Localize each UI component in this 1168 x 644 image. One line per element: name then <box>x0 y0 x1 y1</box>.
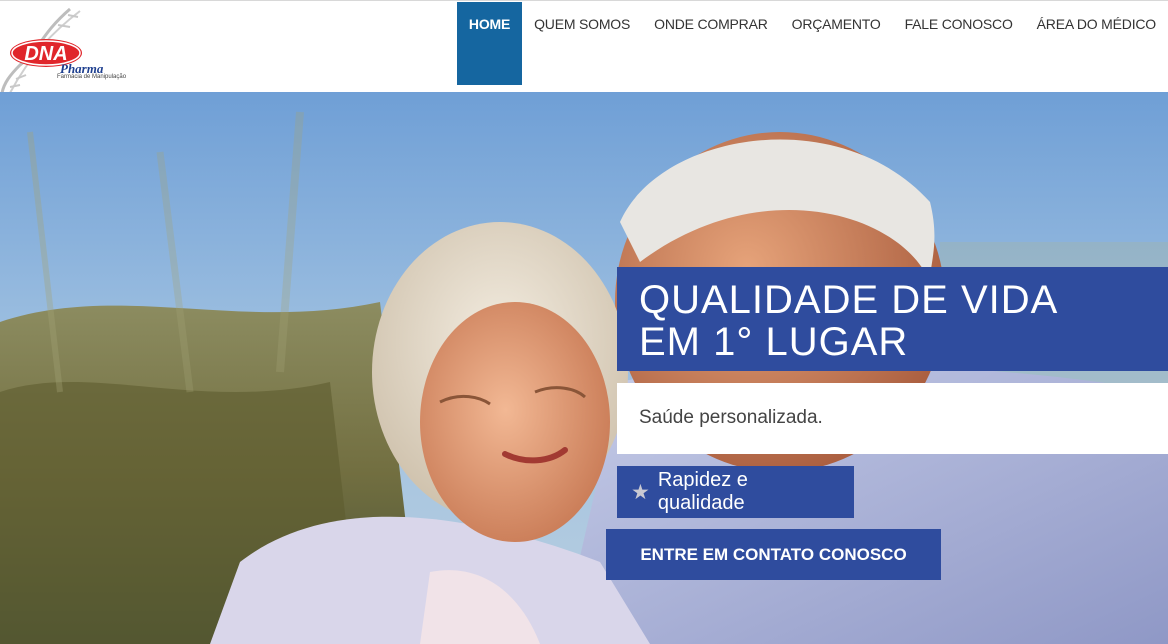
nav-item-orcamento[interactable]: ORÇAMENTO <box>780 2 893 44</box>
hero-headline-line-2: EM 1° LUGAR <box>639 320 909 364</box>
hero-tag-label: Rapidez e qualidade <box>657 469 748 514</box>
hero-headline: QUALIDADE DE VIDA EM 1° LUGAR <box>617 267 1168 371</box>
hero-banner: QUALIDADE DE VIDA EM 1° LUGAR Saúde pers… <box>0 92 1168 644</box>
star-icon: ★ <box>631 480 650 504</box>
nav-item-fale-conosco[interactable]: FALE CONOSCO <box>893 2 1025 44</box>
main-navigation: HOME QUEM SOMOS ONDE COMPRAR ORÇAMENTO F… <box>456 2 1168 86</box>
hero-headline-line-1: QUALIDADE DE VIDA <box>639 278 1059 322</box>
nav-item-home[interactable]: HOME <box>456 2 523 85</box>
nav-item-quem-somos[interactable]: QUEM SOMOS <box>522 2 642 44</box>
nav-item-onde-comprar[interactable]: ONDE COMPRAR <box>642 2 780 44</box>
contact-cta-button[interactable]: ENTRE EM CONTATO CONOSCO <box>606 529 941 580</box>
nav-item-area-do-medico[interactable]: ÁREA DO MÉDICO <box>1025 2 1168 44</box>
hero-tag: ★ Rapidez e qualidade <box>617 466 854 518</box>
logo-tagline: Farmácia de Manipulação <box>57 74 127 80</box>
dna-pharma-logo[interactable]: DNA Pharma Farmácia de Manipulação <box>0 5 126 94</box>
site-header: DNA Pharma Farmácia de Manipulação HOME … <box>0 0 1168 94</box>
hero-subtitle: Saúde personalizada. <box>617 383 1168 454</box>
